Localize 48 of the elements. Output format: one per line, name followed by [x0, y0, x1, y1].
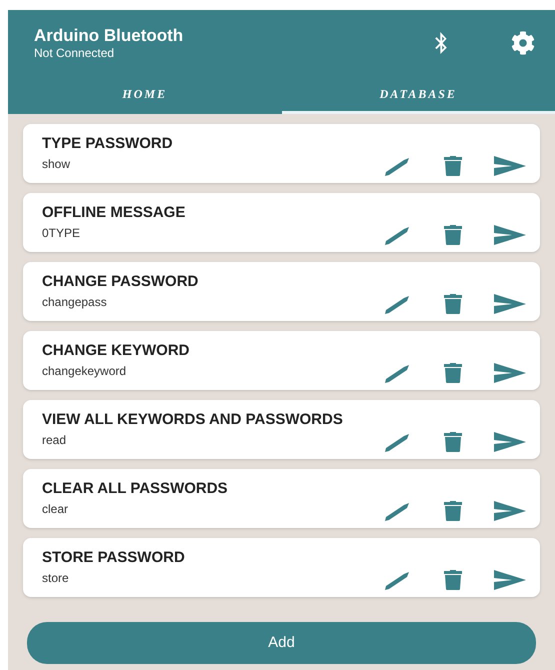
- command-code: read: [42, 432, 68, 448]
- trash-icon[interactable]: [444, 362, 462, 382]
- send-icon[interactable]: [494, 156, 526, 176]
- send-icon[interactable]: [494, 570, 526, 590]
- send-icon[interactable]: [494, 224, 526, 244]
- trash-icon[interactable]: [444, 224, 462, 244]
- command-card[interactable]: STORE PASSWORD store: [23, 538, 540, 597]
- command-name: CHANGE PASSWORD: [42, 273, 200, 292]
- trash-icon[interactable]: [444, 294, 462, 314]
- trash-icon[interactable]: [444, 432, 462, 452]
- command-code: show: [42, 156, 72, 172]
- command-name: OFFLINE MESSAGE: [42, 204, 186, 223]
- send-icon[interactable]: [494, 500, 526, 520]
- command-card[interactable]: OFFLINE MESSAGE 0TYPE: [23, 193, 540, 252]
- command-code: changepass: [42, 294, 108, 310]
- send-icon[interactable]: [494, 362, 526, 382]
- command-name: VIEW ALL KEYWORDS AND PASSWORDS: [42, 411, 344, 430]
- command-name: CHANGE KEYWORD: [42, 342, 191, 361]
- trash-icon[interactable]: [444, 570, 462, 590]
- command-name: CLEAR ALL PASSWORDS: [42, 480, 229, 499]
- command-name: TYPE PASSWORD: [42, 135, 174, 154]
- command-card[interactable]: CLEAR ALL PASSWORDS clear: [23, 469, 540, 528]
- send-icon[interactable]: [494, 294, 526, 314]
- pencil-icon[interactable]: [384, 294, 412, 314]
- command-code: 0TYPE: [42, 226, 82, 241]
- command-code: store: [42, 570, 70, 586]
- pencil-icon[interactable]: [384, 156, 412, 176]
- tab[interactable]: HOME: [8, 76, 282, 114]
- command-card[interactable]: CHANGE KEYWORD changekeyword: [23, 331, 540, 390]
- tab[interactable]: DATABASE: [282, 76, 555, 114]
- command-name: STORE PASSWORD: [42, 549, 186, 568]
- pencil-icon[interactable]: [384, 570, 412, 590]
- trash-icon[interactable]: [444, 156, 462, 176]
- pencil-icon[interactable]: [384, 224, 412, 244]
- command-code: clear: [42, 502, 70, 517]
- command-code: changekeyword: [42, 364, 128, 379]
- connection-status: Not Connected: [34, 46, 116, 62]
- add-button[interactable]: Add: [27, 622, 536, 664]
- command-card[interactable]: CHANGE PASSWORD changepass: [23, 262, 540, 321]
- pencil-icon[interactable]: [384, 500, 412, 520]
- command-card[interactable]: VIEW ALL KEYWORDS AND PASSWORDS read: [23, 400, 540, 459]
- trash-icon[interactable]: [444, 500, 462, 520]
- send-icon[interactable]: [494, 432, 526, 452]
- settings-icon[interactable]: [511, 31, 535, 55]
- command-card[interactable]: TYPE PASSWORD show: [23, 124, 540, 183]
- pencil-icon[interactable]: [384, 362, 412, 382]
- pencil-icon[interactable]: [384, 432, 412, 452]
- app-title: Arduino Bluetooth: [34, 24, 184, 46]
